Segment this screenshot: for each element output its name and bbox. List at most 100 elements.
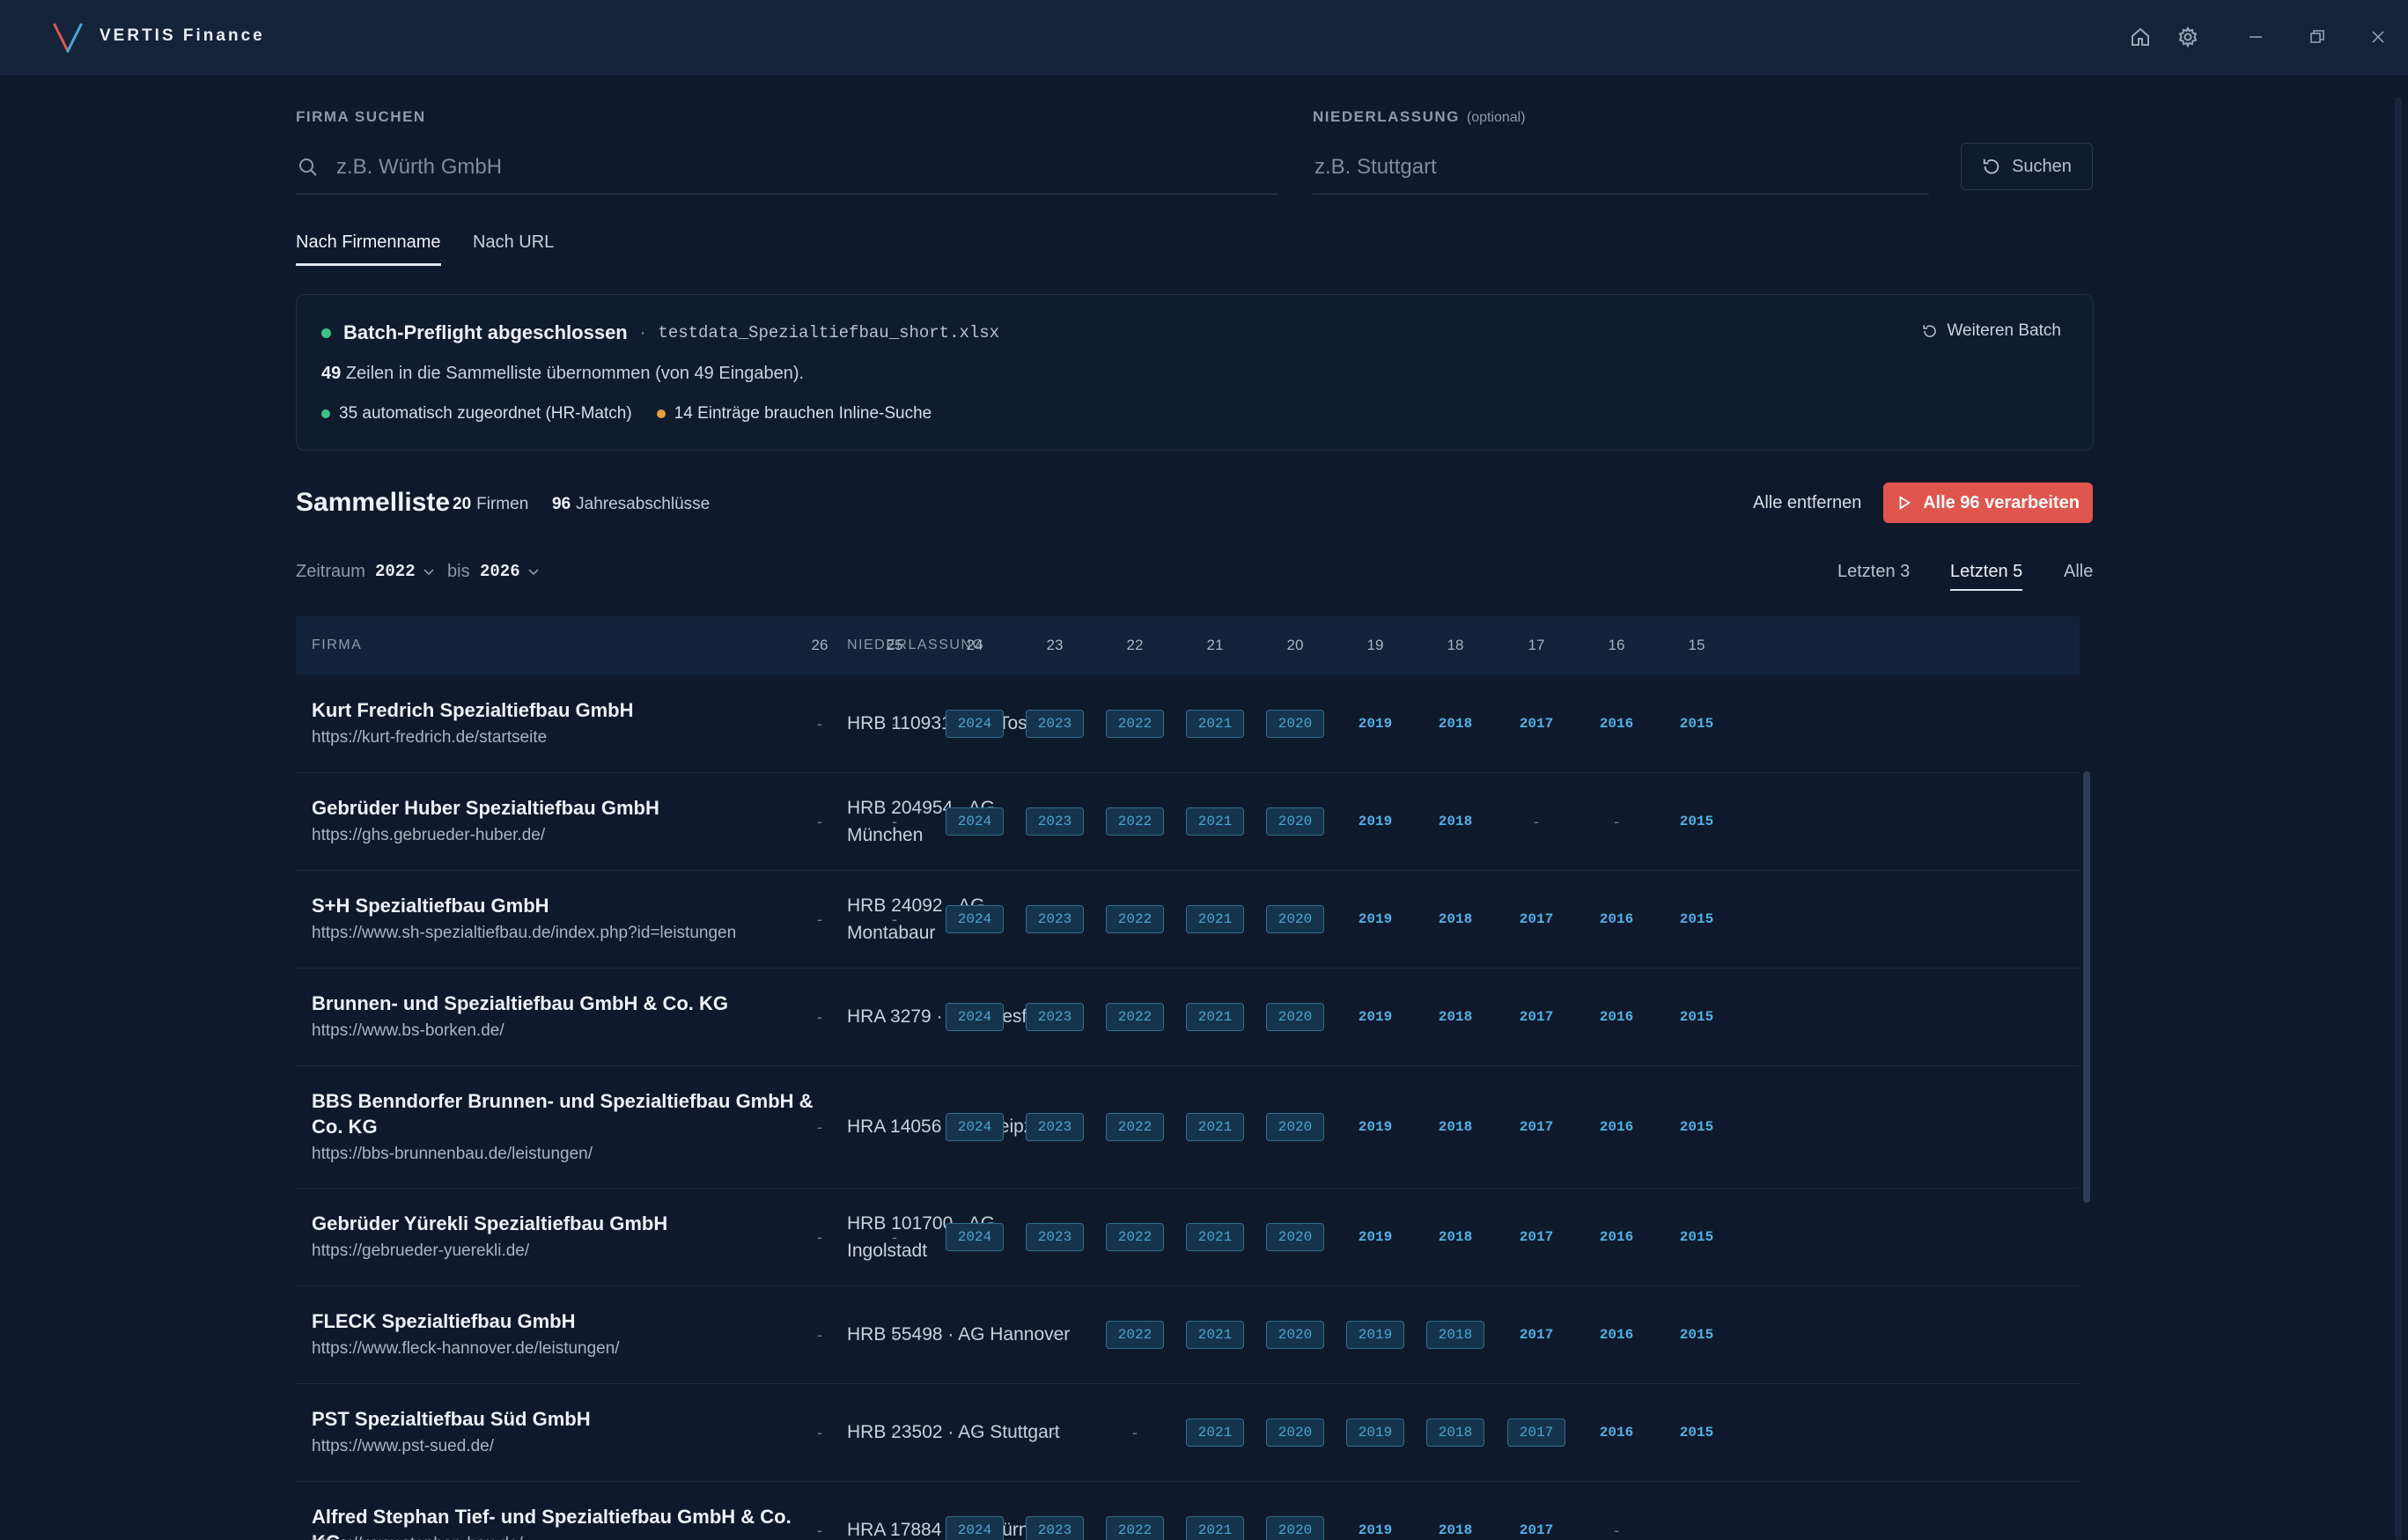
year-cell[interactable]: 2023 [1024,709,1086,738]
year-cell[interactable]: 2016 [1586,905,1647,933]
year-cell[interactable]: 2020 [1264,1112,1326,1141]
year-chip[interactable]: 2016 [1587,1223,1646,1251]
year-chip[interactable]: 2019 [1346,1113,1404,1141]
quick-last-5[interactable]: Letzten 5 [1950,562,2023,591]
gear-icon[interactable] [2172,21,2204,53]
year-chip-selected[interactable]: 2020 [1266,1222,1324,1251]
table-scrollbar[interactable] [2083,771,2090,1203]
table-row[interactable]: Alfred Stephan Tief- und Spezialtiefbau … [296,1481,2080,1540]
year-cell[interactable]: 2016 [1586,710,1647,738]
year-cell[interactable]: 2024 [944,807,1005,836]
year-cell[interactable]: 2021 [1184,904,1246,933]
year-cell[interactable]: 2020 [1264,1320,1326,1349]
year-cell[interactable]: 2019 [1344,807,1406,836]
year-chip-selected[interactable]: 2023 [1026,904,1084,933]
year-cell[interactable]: 2020 [1264,1002,1326,1031]
year-cell[interactable]: 2020 [1264,904,1326,933]
quick-last-3[interactable]: Letzten 3 [1837,562,1910,582]
year-cell[interactable]: 2021 [1184,1515,1246,1540]
year-chip-selected[interactable]: 2023 [1026,709,1084,738]
year-chip[interactable]: 2018 [1426,710,1484,738]
restore-icon[interactable] [2301,21,2333,53]
year-cell[interactable]: 2017 [1506,905,1567,933]
year-chip-selected[interactable]: 2024 [946,1515,1004,1540]
table-row[interactable]: Gebrüder Yürekli Spezialtiefbau GmbH http… [296,1188,2080,1286]
year-chip[interactable]: 2017 [1507,905,1565,933]
year-chip-selected[interactable]: 2017 [1507,1418,1565,1447]
year-chip[interactable]: 2018 [1426,807,1484,836]
year-cell[interactable]: 2023 [1024,904,1086,933]
year-cell[interactable]: 2018 [1425,1003,1486,1031]
year-cell[interactable]: 2022 [1104,1320,1166,1349]
year-chip-selected[interactable]: 2022 [1106,709,1164,738]
year-chip-selected[interactable]: 2023 [1026,1112,1084,1141]
branch-input[interactable] [1313,154,1929,181]
year-cell[interactable]: 2022 [1104,709,1166,738]
close-icon[interactable] [2362,21,2394,53]
year-cell[interactable]: 2024 [944,709,1005,738]
year-chip[interactable]: 2019 [1346,1516,1404,1540]
year-chip-selected[interactable]: 2022 [1106,1515,1164,1540]
year-chip[interactable]: 2017 [1507,1113,1565,1141]
year-chip-selected[interactable]: 2021 [1186,1418,1244,1447]
firm-url[interactable]: https://www.stephan-bau.de/ [312,1535,523,1540]
year-cell[interactable]: 2017 [1506,1113,1567,1141]
firm-url[interactable]: https://www.sh-spezialtiefbau.de/index.p… [312,924,736,943]
year-chip[interactable]: 2019 [1346,905,1404,933]
year-cell[interactable]: 2018 [1425,1418,1486,1447]
year-cell[interactable]: 2018 [1425,1113,1486,1141]
table-row[interactable]: Gebrüder Huber Spezialtiefbau GmbH https:… [296,772,2080,871]
year-cell[interactable]: 2024 [944,1002,1005,1031]
year-cell[interactable]: 2015 [1666,1223,1727,1251]
year-cell[interactable]: 2019 [1344,1418,1406,1447]
firm-url[interactable]: https://gebrueder-yuerekli.de/ [312,1242,529,1261]
year-cell[interactable]: 2024 [944,1112,1005,1141]
year-chip-selected[interactable]: 2019 [1346,1418,1404,1447]
year-chip[interactable]: 2018 [1426,1003,1484,1031]
year-chip-selected[interactable]: 2023 [1026,1515,1084,1540]
year-cell[interactable]: 2021 [1184,1002,1246,1031]
year-chip[interactable]: 2017 [1507,1223,1565,1251]
year-chip-selected[interactable]: 2024 [946,1222,1004,1251]
year-cell[interactable]: 2017 [1506,710,1567,738]
firm-url[interactable]: https://bbs-brunnenbau.de/leistungen/ [312,1145,593,1164]
year-cell[interactable]: 2020 [1264,709,1326,738]
year-chip-selected[interactable]: 2022 [1106,807,1164,836]
year-chip[interactable]: 2017 [1507,1321,1565,1349]
year-chip[interactable]: 2019 [1346,710,1404,738]
year-cell[interactable]: 2024 [944,904,1005,933]
year-cell[interactable]: 2020 [1264,1515,1326,1540]
year-cell[interactable]: 2024 [944,1515,1005,1540]
year-cell[interactable]: 2021 [1184,1418,1246,1447]
year-cell[interactable]: 2022 [1104,807,1166,836]
process-all-button[interactable]: Alle 96 verarbeiten [1883,483,2093,523]
year-cell[interactable]: 2015 [1666,905,1727,933]
year-cell[interactable]: 2021 [1184,1320,1246,1349]
table-row[interactable]: Kurt Fredrich Spezialtiefbau GmbH https:/… [296,674,2080,773]
year-chip[interactable]: 2017 [1507,1516,1565,1540]
year-chip-selected[interactable]: 2024 [946,1002,1004,1031]
year-chip-selected[interactable]: 2021 [1186,807,1244,836]
year-chip-selected[interactable]: 2022 [1106,904,1164,933]
table-row[interactable]: BBS Benndorfer Brunnen- und Spezialtiefb… [296,1065,2080,1189]
table-row[interactable]: S+H Spezialtiefbau GmbH https://www.sh-sp… [296,870,2080,969]
year-chip-selected[interactable]: 2018 [1426,1320,1484,1349]
year-cell[interactable]: 2017 [1506,1321,1567,1349]
year-cell[interactable]: 2017 [1506,1418,1567,1447]
firm-search-input[interactable] [335,154,1278,181]
tab-url[interactable]: Nach URL [473,232,554,253]
table-row[interactable]: FLECK Spezialtiefbau GmbH https://www.fle… [296,1286,2080,1384]
year-cell[interactable]: 2016 [1586,1223,1647,1251]
period-to-select[interactable]: 2026 [480,562,540,581]
year-chip[interactable]: 2016 [1587,905,1646,933]
year-chip-selected[interactable]: 2020 [1266,1418,1324,1447]
year-cell[interactable]: 2020 [1264,1222,1326,1251]
year-chip-selected[interactable]: 2021 [1186,1320,1244,1349]
year-chip-selected[interactable]: 2020 [1266,709,1324,738]
branch-field[interactable] [1313,141,1929,195]
year-cell[interactable]: 2023 [1024,1002,1086,1031]
year-cell[interactable]: 2023 [1024,1515,1086,1540]
firm-url[interactable]: https://www.bs-borken.de/ [312,1021,504,1041]
year-chip-selected[interactable]: 2021 [1186,1222,1244,1251]
year-chip[interactable]: 2015 [1668,1003,1726,1031]
